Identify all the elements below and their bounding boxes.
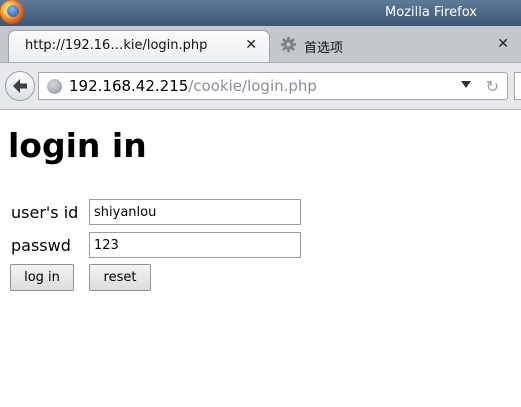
login-button[interactable]: log in: [10, 264, 74, 291]
gear-icon: [280, 36, 297, 53]
tab-label: http://192.16…kie/login.php: [25, 38, 208, 53]
reset-button[interactable]: reset: [89, 264, 151, 291]
user-id-label: user's id: [11, 203, 79, 222]
tab-label: 首选项: [304, 41, 344, 56]
url-path: /cookie/login.php: [188, 77, 317, 95]
firefox-logo-icon: [0, 0, 24, 24]
tab-close-icon[interactable]: ✕: [497, 36, 509, 52]
tab-close-icon[interactable]: ✕: [245, 37, 257, 53]
url-host: 192.168.42.215: [69, 77, 189, 95]
password-label: passwd: [11, 236, 71, 255]
back-button[interactable]: [5, 71, 35, 101]
site-identity-icon[interactable]: [47, 79, 62, 94]
search-bar-edge[interactable]: [514, 72, 521, 100]
reload-icon[interactable]: ↻: [486, 77, 499, 96]
tab-login[interactable]: http://192.16…kie/login.php ✕: [8, 30, 270, 62]
user-id-field[interactable]: [89, 199, 301, 225]
navigation-toolbar: 192.168.42.215/cookie/login.php ↻: [0, 63, 521, 110]
window-titlebar: Mozilla Firefox: [0, 0, 521, 26]
page-content: login in user's id passwd log in reset: [0, 110, 521, 407]
url-bar[interactable]: 192.168.42.215/cookie/login.php ↻: [38, 72, 508, 100]
back-arrow-icon: [13, 79, 27, 93]
window-title: Mozilla Firefox: [385, 5, 477, 20]
password-field[interactable]: [89, 232, 301, 258]
url-text[interactable]: 192.168.42.215/cookie/login.php: [69, 77, 317, 95]
tab-strip: http://192.16…kie/login.php ✕ 首选项 ✕: [0, 26, 521, 63]
url-history-dropdown-icon[interactable]: [461, 81, 471, 88]
tab-preferences[interactable]: 首选项 ✕: [272, 30, 521, 62]
page-title: login in: [8, 126, 147, 165]
